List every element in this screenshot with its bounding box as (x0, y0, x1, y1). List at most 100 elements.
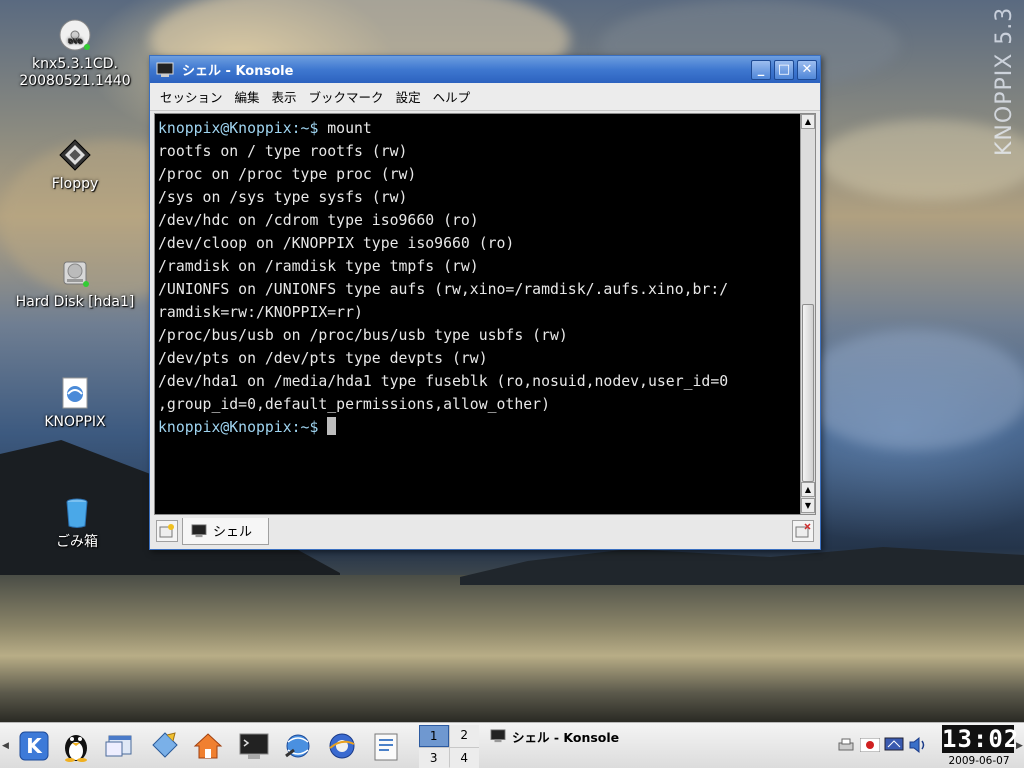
jp-flag-icon (860, 738, 880, 752)
keyboard-layout-tray[interactable] (860, 735, 880, 755)
tux-launcher[interactable] (58, 728, 94, 764)
command-line: knoppix@Knoppix:~$ mount (158, 117, 800, 140)
output-line: /sys on /sys type sysfs (rw) (158, 189, 408, 206)
dvd-icon: DVD (59, 19, 91, 51)
command: mount (318, 120, 372, 137)
prompt: knoppix@Knoppix:~$ (158, 120, 319, 137)
text-cursor (327, 417, 337, 435)
taskbar: ◀ K 1 2 3 4 シェル - Konsole 13:02 2009-06-… (0, 722, 1024, 768)
desktop-4[interactable]: 4 (449, 748, 479, 768)
new-tab-icon (159, 524, 174, 538)
window-list-launcher[interactable] (102, 728, 138, 764)
terminal-tab-icon (191, 523, 207, 537)
output-line: /dev/hdc on /cdrom type iso9660 (ro) (158, 212, 479, 229)
new-session-button[interactable] (156, 520, 178, 542)
menu-bookmarks[interactable]: ブックマーク (303, 87, 390, 106)
knoppix-brand: KNOPPIX 5.3 (992, 6, 1017, 156)
menu-session[interactable]: セッション (154, 87, 229, 106)
desktop-icon-dvd[interactable]: DVD knx5.3.1CD. 20080521.1440 (10, 18, 140, 90)
scroll-up-button[interactable]: ▲ (801, 114, 815, 129)
menu-settings[interactable]: 設定 (390, 87, 427, 106)
desktop-icon-knoppix[interactable]: KNOPPIX (10, 376, 140, 431)
output-line: rootfs on / type rootfs (rw) (158, 143, 408, 160)
tab-bar: シェル (154, 516, 816, 546)
tab-shell[interactable]: シェル (182, 517, 270, 545)
output-line: /dev/pts on /dev/pts type devpts (rw) (158, 350, 488, 367)
desktop-2[interactable]: 2 (449, 725, 479, 747)
output-line: /ramdisk on /ramdisk type tmpfs (rw) (158, 258, 479, 275)
taskbar-right-arrow-icon[interactable]: ▶ (1016, 741, 1023, 751)
konqueror-icon (285, 734, 310, 758)
system-tray (836, 735, 928, 755)
title-bar[interactable]: シェル - Konsole _ □ ✕ (150, 56, 820, 83)
desktop-icon-hard-disk[interactable]: Hard Disk [hda1] (10, 256, 140, 311)
final-prompt: knoppix@Knoppix:~$ (158, 419, 319, 436)
display-tray[interactable] (884, 735, 904, 755)
output-line: ,group_id=0,default_permissions,allow_ot… (158, 396, 550, 413)
vertical-scrollbar[interactable]: ▲ ▲ ▼ (800, 114, 815, 514)
date: 2009-06-07 (948, 755, 1010, 767)
tab-label: シェル (213, 525, 253, 540)
output-line: /proc on /proc type proc (rw) (158, 166, 417, 183)
openoffice-icon (374, 733, 398, 761)
svg-text:K: K (26, 734, 43, 758)
knoppix-label: KNOPPIX (44, 414, 106, 430)
output-line: /proc/bus/usb on /proc/bus/usb type usbf… (158, 327, 568, 344)
konsole-icon (239, 733, 269, 759)
final-line: knoppix@Knoppix:~$ (158, 416, 800, 439)
minimize-button[interactable]: _ (751, 59, 771, 80)
browser-launcher[interactable] (280, 728, 316, 764)
printer-tray[interactable] (836, 735, 856, 755)
close-tab-icon (795, 523, 811, 538)
svg-text:DVD: DVD (68, 38, 83, 45)
dvd-label-2: 20080521.1440 (19, 73, 131, 89)
printer-icon (838, 738, 854, 751)
konsole-window[interactable]: シェル - Konsole _ □ ✕ セッション 編集 表示 ブックマーク 設… (149, 55, 821, 550)
scroll-down-button[interactable]: ▲ (801, 482, 815, 497)
display-icon (884, 737, 904, 751)
kde-icon: K (19, 731, 49, 761)
terminal-text[interactable]: knoppix@Knoppix:~$ mount rootfs on / type… (155, 114, 800, 514)
mountain-right (460, 547, 1024, 585)
scrollbar-thumb[interactable] (802, 304, 814, 482)
window-title: シェル - Konsole (182, 64, 294, 79)
output-line: ramdisk=rw:/KNOPPIX=rr) (158, 304, 363, 321)
close-session-button[interactable] (792, 520, 814, 542)
web-launcher[interactable] (324, 728, 360, 764)
task-title: シェル - Konsole (512, 729, 620, 745)
clock[interactable]: 13:02 (942, 725, 1018, 753)
menu-bar: セッション 編集 表示 ブックマーク 設定 ヘルプ (150, 83, 820, 111)
editor-launcher[interactable] (146, 728, 182, 764)
output-line: /dev/hda1 on /media/hda1 type fuseblk (r… (158, 373, 729, 390)
scroll-down-button-2[interactable]: ▼ (801, 498, 815, 513)
globe-icon (329, 733, 355, 759)
water (0, 575, 1024, 722)
close-button[interactable]: ✕ (797, 59, 817, 80)
desktop-3[interactable]: 3 (419, 748, 449, 768)
home-launcher[interactable] (190, 728, 226, 764)
taskbar-left-arrow-icon[interactable]: ◀ (2, 741, 9, 751)
terminal-launcher[interactable] (236, 728, 272, 764)
trash-icon (66, 498, 88, 528)
tux-icon (65, 735, 87, 762)
home-icon (193, 733, 223, 759)
taskbar-task-konsole[interactable]: シェル - Konsole (490, 726, 820, 746)
office-launcher[interactable] (368, 728, 404, 764)
terminal-area[interactable]: knoppix@Knoppix:~$ mount rootfs on / type… (154, 113, 816, 515)
output-line: /UNIONFS on /UNIONFS type aufs (rw,xino=… (158, 281, 729, 298)
floppy-label: Floppy (51, 176, 99, 192)
menu-help[interactable]: ヘルプ (427, 87, 477, 106)
floppy-icon (59, 139, 91, 171)
menu-edit[interactable]: 編集 (229, 87, 266, 106)
windows-icon (105, 735, 132, 757)
desktop-1[interactable]: 1 (419, 725, 449, 747)
desktop-icon-floppy[interactable]: Floppy (10, 138, 140, 193)
hard-disk-icon (63, 261, 89, 287)
kde-menu-button[interactable]: K (16, 728, 52, 764)
menu-view[interactable]: 表示 (266, 87, 303, 106)
hard-disk-label: Hard Disk [hda1] (15, 294, 135, 310)
volume-tray[interactable] (908, 735, 928, 755)
maximize-button[interactable]: □ (774, 59, 794, 80)
desktop-pager[interactable]: 1 2 3 4 (419, 725, 479, 768)
desktop-icon-trash[interactable]: ごみ箱 (12, 496, 142, 551)
